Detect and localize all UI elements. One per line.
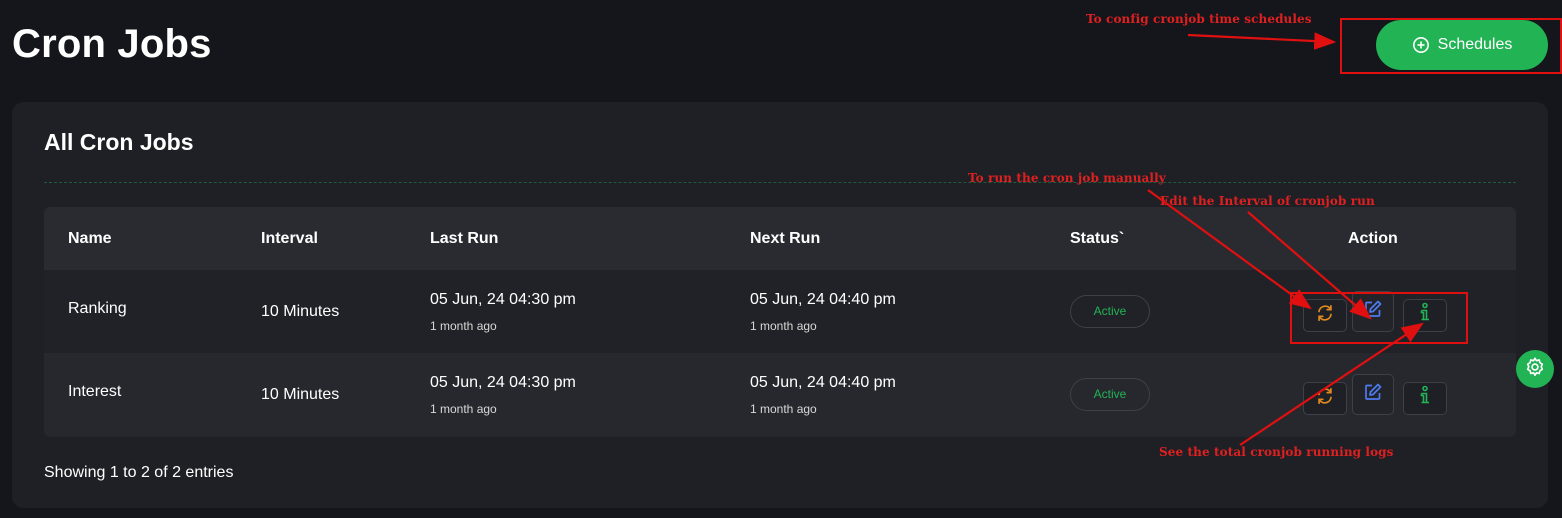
job-interval: 10 Minutes xyxy=(261,386,340,403)
refresh-icon xyxy=(1315,386,1335,411)
table-row: Interest 10 Minutes 05 Jun, 24 04:30 pm … xyxy=(44,353,1516,436)
annotation-logs: See the total cronjob running logs xyxy=(1159,445,1394,459)
run-now-button[interactable] xyxy=(1303,382,1347,415)
logs-button[interactable] xyxy=(1403,382,1447,415)
next-run-relative: 1 month ago xyxy=(750,319,817,333)
job-name: Interest xyxy=(68,383,122,400)
next-run-relative: 1 month ago xyxy=(750,402,817,416)
column-header-last-run[interactable]: Last Run xyxy=(430,207,498,270)
cron-jobs-page: Cron Jobs Schedules All Cron Jobs Name I… xyxy=(0,0,1562,518)
annotation-schedules: To config cronjob time schedules xyxy=(1086,12,1312,26)
settings-button[interactable] xyxy=(1516,350,1554,388)
annotation-box-actions xyxy=(1290,292,1468,344)
column-header-interval[interactable]: Interval xyxy=(261,207,318,270)
annotation-edit: Edit the Interval of cronjob run xyxy=(1160,194,1375,208)
next-run-date: 05 Jun, 24 04:40 pm xyxy=(750,374,896,391)
gear-icon xyxy=(1524,356,1546,383)
table-header: Name Interval Last Run Next Run Status` … xyxy=(44,207,1516,270)
job-name: Ranking xyxy=(68,300,127,317)
page-title: Cron Jobs xyxy=(12,22,212,66)
column-header-action: Action xyxy=(1348,230,1398,247)
column-header-status[interactable]: Status` xyxy=(1070,207,1124,270)
annotation-run: To run the cron job manually xyxy=(968,171,1166,185)
divider xyxy=(44,182,1516,183)
next-run-date: 05 Jun, 24 04:40 pm xyxy=(750,291,896,308)
column-header-next-run[interactable]: Next Run xyxy=(750,207,820,270)
last-run-date: 05 Jun, 24 04:30 pm xyxy=(430,374,576,391)
last-run-relative: 1 month ago xyxy=(430,402,497,416)
edit-icon xyxy=(1363,382,1383,407)
column-header-name[interactable]: Name xyxy=(68,207,112,270)
status-badge: Active xyxy=(1070,295,1150,328)
info-icon xyxy=(1417,385,1433,412)
status-badge: Active xyxy=(1070,378,1150,411)
pagination-info: Showing 1 to 2 of 2 entries xyxy=(44,464,234,481)
last-run-relative: 1 month ago xyxy=(430,319,497,333)
card-title: All Cron Jobs xyxy=(44,129,194,155)
annotation-box-schedules xyxy=(1340,18,1562,74)
edit-button[interactable] xyxy=(1352,374,1394,415)
last-run-date: 05 Jun, 24 04:30 pm xyxy=(430,291,576,308)
job-interval: 10 Minutes xyxy=(261,303,340,320)
